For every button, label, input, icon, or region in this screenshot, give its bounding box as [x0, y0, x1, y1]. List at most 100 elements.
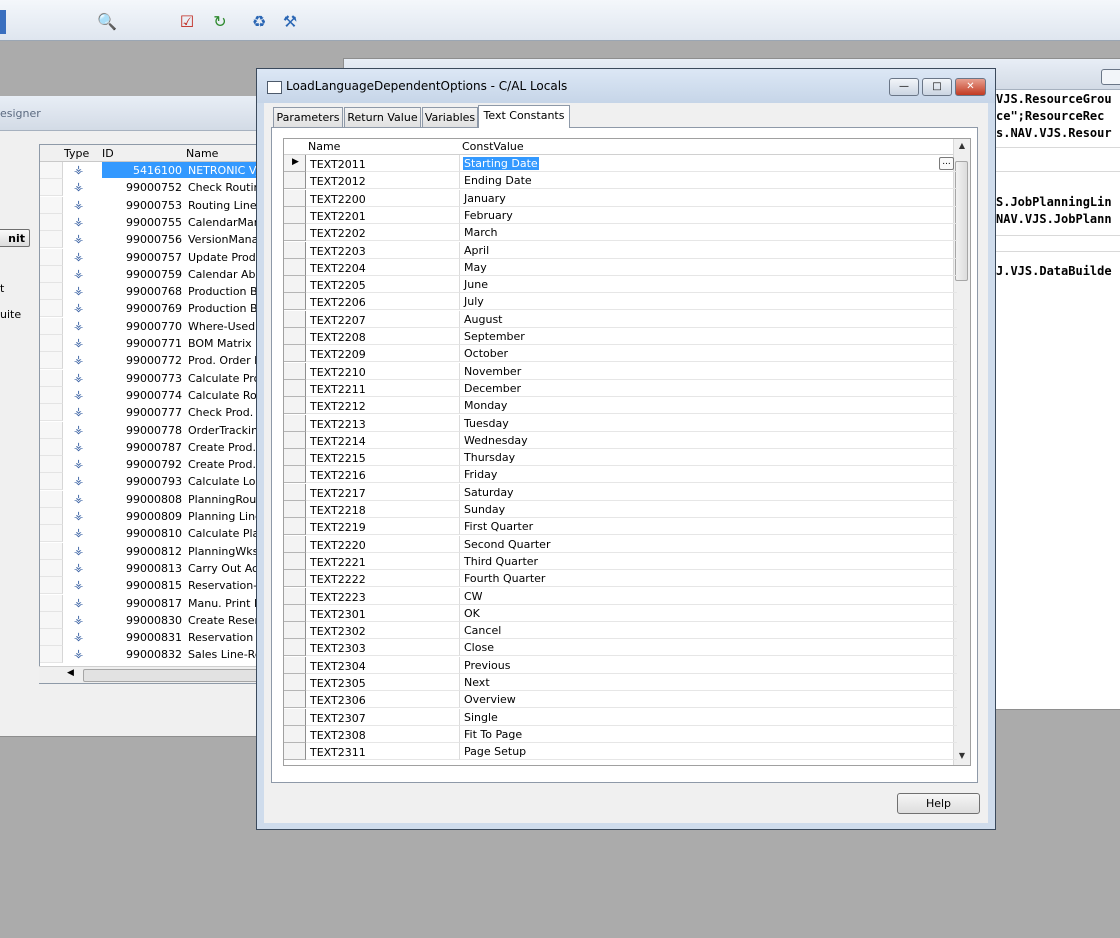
table-row[interactable]: ⚶ 5416100 NETRONIC VJ — [40, 162, 263, 179]
row-selector[interactable] — [40, 196, 63, 214]
value-cell[interactable] — [460, 657, 957, 674]
row-selector[interactable] — [40, 317, 63, 335]
table-row[interactable]: TEXT2301 OK — [284, 604, 957, 622]
designer-unit-button[interactable]: nit — [0, 229, 30, 247]
row-selector[interactable] — [284, 224, 306, 242]
value-cell[interactable] — [460, 709, 957, 726]
checklist-icon[interactable]: ☑ — [176, 10, 198, 32]
row-selector[interactable] — [40, 456, 63, 474]
value-cell[interactable] — [460, 432, 957, 449]
table-row[interactable]: ⚶ 99000771 BOM Matrix M — [40, 335, 263, 352]
table-row[interactable]: ⚶ 99000809 Planning Line — [40, 508, 263, 525]
table-row[interactable]: TEXT2222 Fourth Quarter — [284, 570, 957, 588]
table-row[interactable]: ⚶ 99000808 PlanningRouti — [40, 490, 263, 508]
row-selector[interactable] — [40, 179, 63, 197]
value-cell[interactable] — [460, 363, 957, 380]
row-selector[interactable] — [284, 328, 306, 345]
table-row[interactable]: ⚶ 99000831 Reservation E — [40, 629, 263, 647]
value-cell[interactable] — [460, 311, 957, 328]
value-cell[interactable] — [460, 518, 957, 536]
table-row[interactable]: ⚶ 99000759 Calendar Abse — [40, 265, 263, 283]
scroll-left-icon[interactable]: ◀ — [67, 668, 74, 678]
column-header-id[interactable]: ID — [102, 147, 114, 160]
help-button[interactable]: Help — [897, 793, 980, 814]
row-selector[interactable] — [40, 162, 63, 179]
row-selector[interactable] — [284, 604, 306, 622]
table-row[interactable]: ⚶ 99000792 Create Prod. — [40, 456, 263, 474]
value-cell[interactable] — [460, 501, 957, 518]
row-selector[interactable] — [284, 449, 306, 467]
value-cell[interactable] — [460, 293, 957, 311]
row-selector[interactable] — [284, 535, 306, 553]
row-selector[interactable] — [284, 552, 306, 570]
row-selector[interactable] — [40, 300, 63, 318]
table-row[interactable]: TEXT2203 April — [284, 241, 957, 259]
row-selector[interactable] — [40, 265, 63, 283]
value-cell[interactable] — [460, 466, 957, 484]
value-cell[interactable] — [460, 639, 957, 657]
table-row[interactable]: TEXT2208 September — [284, 328, 957, 345]
row-selector[interactable] — [284, 587, 306, 605]
table-row[interactable]: TEXT2216 Friday — [284, 466, 957, 484]
row-selector[interactable] — [40, 213, 63, 231]
table-row[interactable]: ⚶ 99000770 Where-Used M — [40, 317, 263, 335]
table-row[interactable]: ⚶ 99000778 OrderTracking — [40, 421, 263, 439]
table-row[interactable]: TEXT2219 First Quarter — [284, 518, 957, 536]
compile-icon[interactable]: ♻ — [248, 10, 270, 32]
value-cell[interactable] — [460, 380, 957, 397]
row-selector[interactable] — [40, 473, 63, 491]
row-selector[interactable] — [284, 293, 306, 311]
row-selector[interactable] — [40, 542, 63, 560]
value-cell[interactable] — [460, 190, 957, 207]
column-header-name[interactable]: Name — [186, 147, 218, 160]
close-button[interactable]: ✕ — [955, 78, 986, 96]
row-selector[interactable] — [284, 431, 306, 449]
row-selector[interactable] — [284, 691, 306, 709]
table-row[interactable]: ⚶ 99000813 Carry Out Act — [40, 559, 263, 577]
table-row[interactable]: ⚶ 99000810 Calculate Plan — [40, 525, 263, 543]
table-row[interactable]: TEXT2207 August — [284, 310, 957, 328]
scroll-thumb[interactable] — [83, 669, 260, 682]
table-row[interactable]: TEXT2307 Single — [284, 708, 957, 726]
column-header-constvalue[interactable]: ConstValue — [462, 140, 524, 153]
table-row[interactable]: ⚶ 99000793 Calculate Low — [40, 473, 263, 491]
row-selector[interactable] — [40, 369, 63, 387]
row-selector[interactable] — [284, 345, 306, 363]
table-row[interactable]: ⚶ 99000753 Routing Line-C — [40, 196, 263, 214]
minimize-button[interactable]: — — [889, 78, 919, 96]
value-cell[interactable] — [460, 224, 957, 242]
row-selector[interactable] — [40, 525, 63, 543]
row-selector[interactable] — [284, 379, 306, 397]
row-selector[interactable] — [40, 404, 63, 422]
table-row[interactable]: TEXT2211 December — [284, 379, 957, 397]
table-row[interactable]: ⚶ 99000769 Production BC — [40, 300, 263, 318]
value-cell[interactable] — [460, 484, 957, 501]
table-row[interactable]: TEXT2200 January — [284, 189, 957, 207]
row-selector[interactable] — [40, 386, 63, 404]
row-selector[interactable] — [40, 508, 63, 525]
row-selector[interactable] — [284, 397, 306, 415]
row-selector[interactable] — [40, 611, 63, 629]
refresh-icon[interactable]: ↻ — [209, 10, 231, 32]
row-selector[interactable] — [40, 335, 63, 352]
row-selector[interactable] — [284, 656, 306, 674]
table-row[interactable]: ⚶ 99000756 VersionManag — [40, 231, 263, 249]
value-cell[interactable] — [460, 449, 957, 467]
table-row[interactable]: TEXT2212 Monday — [284, 397, 957, 415]
table-row[interactable]: ⚶ 99000817 Manu. Print R — [40, 594, 263, 612]
table-row[interactable]: ⚶ 99000787 Create Prod. — [40, 438, 263, 456]
row-selector[interactable] — [284, 725, 306, 743]
value-cell[interactable] — [460, 726, 957, 743]
table-row[interactable]: ⚶ 99000773 Calculate Prod — [40, 369, 263, 387]
objects-grid-hscrollbar[interactable]: ◀ — [39, 666, 262, 683]
value-cell[interactable] — [460, 605, 957, 622]
row-selector[interactable] — [40, 646, 63, 664]
row-selector[interactable] — [284, 518, 306, 536]
table-row[interactable]: ⚶ 99000768 Production BC — [40, 283, 263, 301]
table-row[interactable]: ⚶ 99000772 Prod. Order R — [40, 352, 263, 370]
table-row[interactable]: ⚶ 99000830 Create Reserv — [40, 611, 263, 629]
row-selector[interactable] — [40, 629, 63, 647]
value-cell[interactable] — [460, 345, 957, 363]
row-selector[interactable] — [40, 438, 63, 456]
table-row[interactable]: TEXT2215 Thursday — [284, 449, 957, 467]
